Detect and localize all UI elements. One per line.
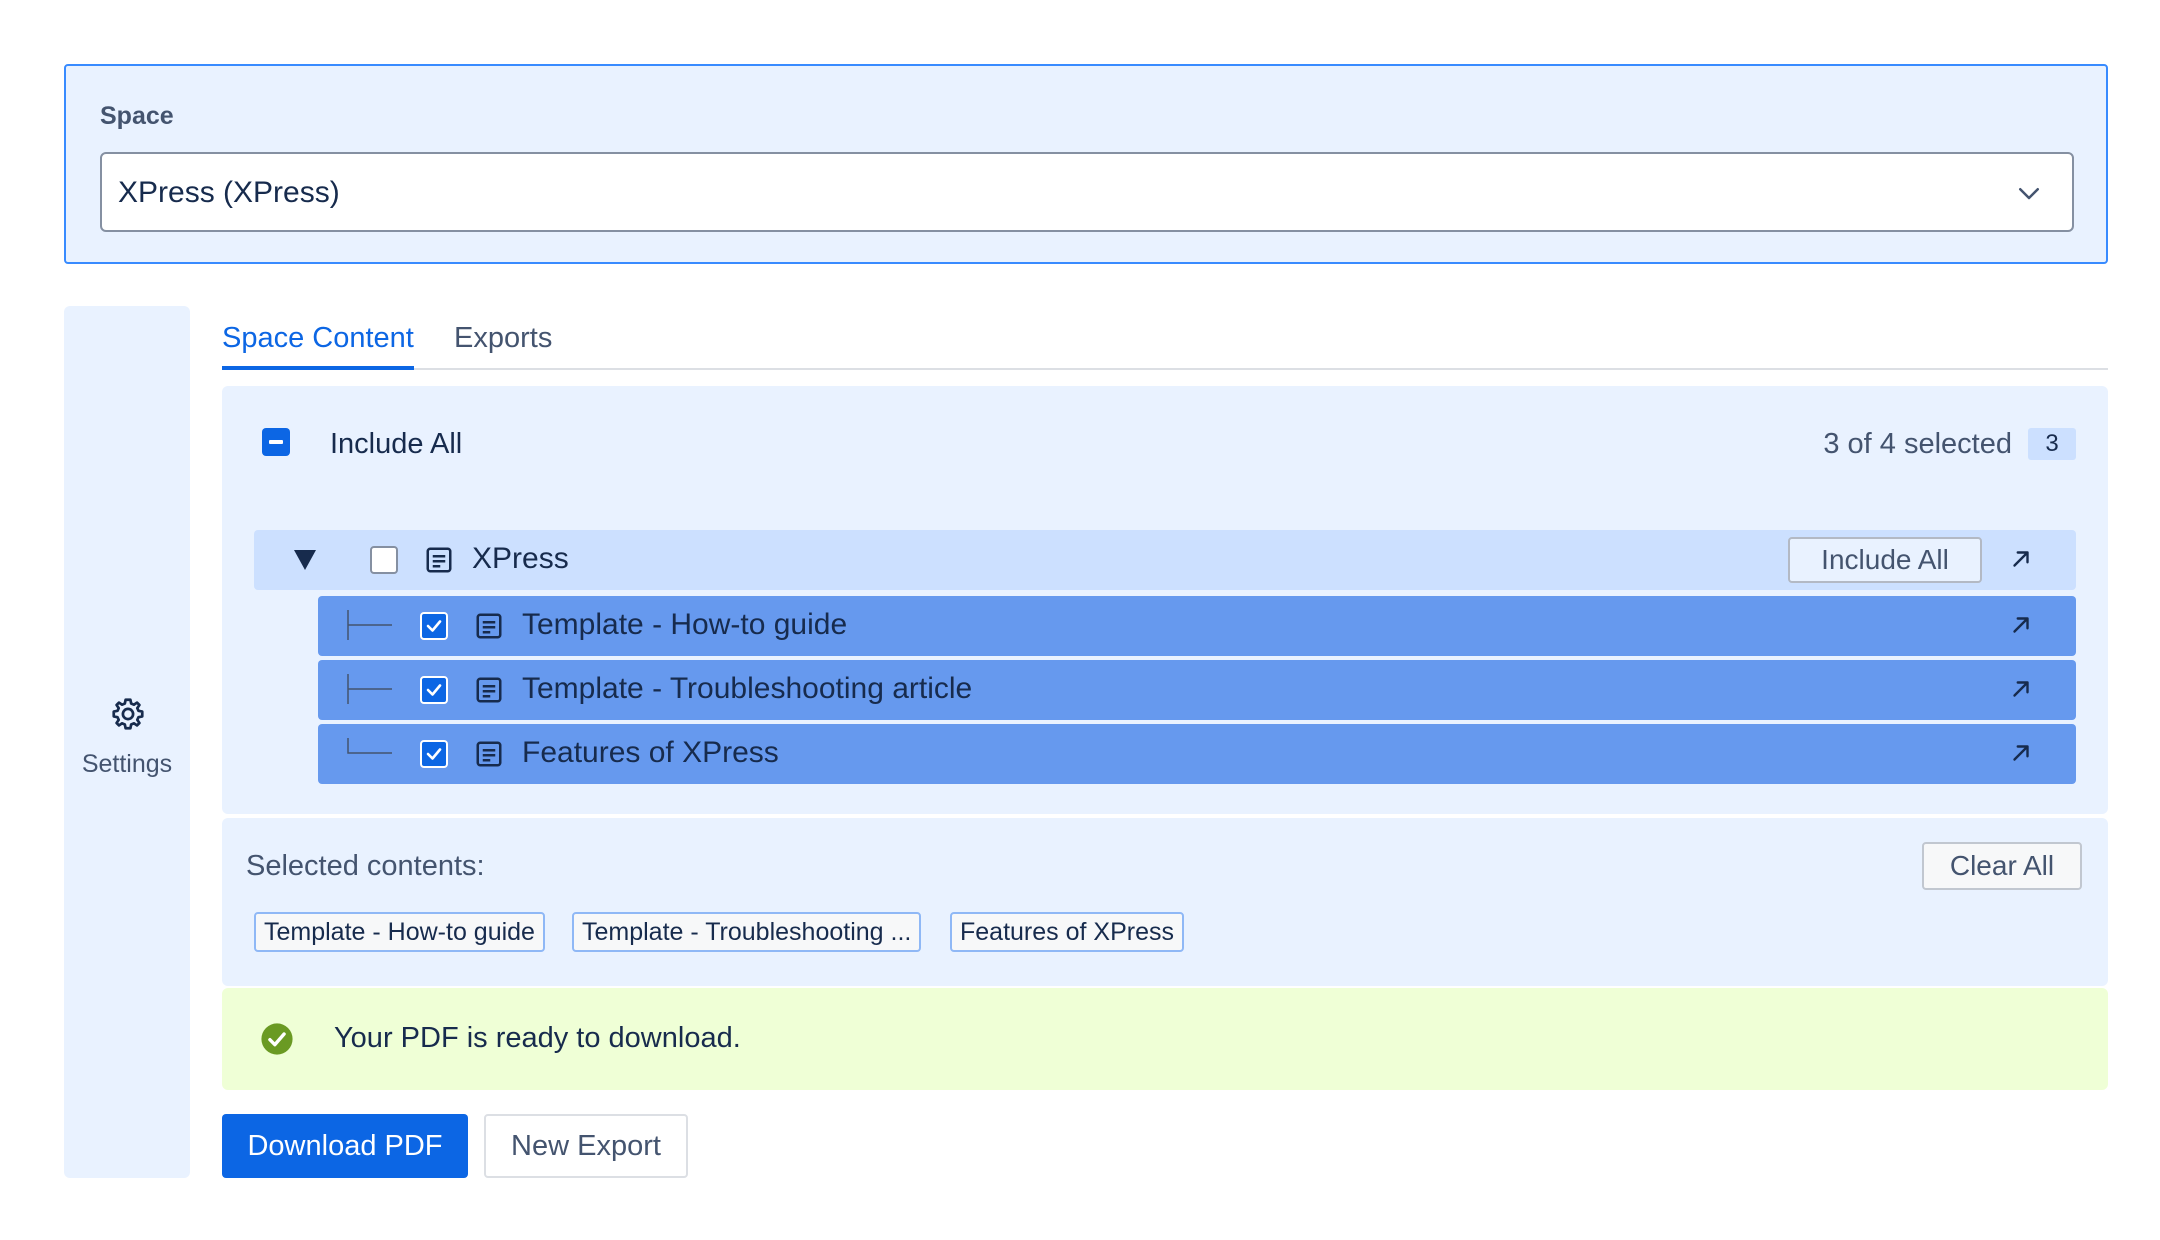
selected-count: 3 of 4 selected	[1823, 428, 2012, 460]
sidebar: Settings	[64, 306, 190, 1178]
tree-child-checkbox[interactable]	[420, 612, 448, 640]
selected-count-badge: 3	[2028, 428, 2076, 460]
new-export-button[interactable]: New Export	[484, 1114, 688, 1178]
tree-child-checkbox[interactable]	[420, 740, 448, 768]
settings-button[interactable]: Settings	[64, 696, 190, 796]
include-all-checkbox[interactable]	[262, 428, 290, 456]
arrow-up-right-icon[interactable]	[2008, 740, 2034, 766]
success-banner: Your PDF is ready to download.	[222, 988, 2108, 1090]
gear-icon	[112, 698, 144, 730]
tree-child-label: Template - Troubleshooting article	[522, 672, 973, 705]
tree-connector	[347, 738, 392, 754]
tab-exports[interactable]: Exports	[454, 322, 552, 370]
selected-contents-label: Selected contents:	[246, 850, 485, 882]
space-select[interactable]: XPress (XPress)	[100, 152, 2074, 232]
tree-root-include-all-button[interactable]: Include All	[1788, 537, 1982, 583]
tree-child-label: Template - How-to guide	[522, 608, 848, 641]
tree-node-child[interactable]: Template - How-to guide	[318, 596, 2076, 656]
selected-chip[interactable]: Template - Troubleshooting ...	[572, 912, 922, 952]
page-icon	[476, 741, 502, 767]
triangle-down-icon[interactable]	[294, 550, 316, 570]
tree-node-root[interactable]: XPress Include All	[254, 530, 2076, 590]
selected-contents-panel: Selected contents: Clear All Template - …	[222, 818, 2108, 986]
check-circle-icon	[261, 1023, 293, 1055]
selected-chip[interactable]: Template - How-to guide	[254, 912, 545, 952]
arrow-up-right-icon[interactable]	[2008, 546, 2034, 572]
space-select-value: XPress (XPress)	[118, 176, 340, 209]
download-pdf-button[interactable]: Download PDF	[222, 1114, 468, 1178]
tab-bar: Space Content Exports	[222, 306, 2108, 370]
page-icon	[476, 677, 502, 703]
tree-connector	[347, 674, 392, 704]
settings-label: Settings	[81, 750, 173, 778]
success-message: Your PDF is ready to download.	[334, 1022, 741, 1054]
space-content-panel: Include All 3 of 4 selected 3 XPress Inc…	[222, 386, 2108, 814]
space-panel: Space XPress (XPress)	[64, 64, 2108, 264]
tree-node-child[interactable]: Features of XPress	[318, 724, 2076, 784]
include-all-label: Include All	[330, 428, 463, 460]
tree-root-checkbox[interactable]	[370, 546, 398, 574]
page-icon	[476, 613, 502, 639]
clear-all-button[interactable]: Clear All	[1922, 842, 2082, 890]
tree-child-checkbox[interactable]	[420, 676, 448, 704]
selected-chip[interactable]: Features of XPress	[950, 912, 1184, 952]
chevron-down-icon	[2019, 188, 2039, 200]
tab-space-content[interactable]: Space Content	[222, 322, 414, 370]
tree-child-label: Features of XPress	[522, 736, 779, 769]
tree-node-child[interactable]: Template - Troubleshooting article	[318, 660, 2076, 720]
tree-connector	[347, 610, 392, 640]
arrow-up-right-icon[interactable]	[2008, 612, 2034, 638]
page-icon	[426, 547, 452, 573]
tree-root-label: XPress	[472, 542, 569, 575]
arrow-up-right-icon[interactable]	[2008, 676, 2034, 702]
space-label: Space	[100, 102, 174, 130]
